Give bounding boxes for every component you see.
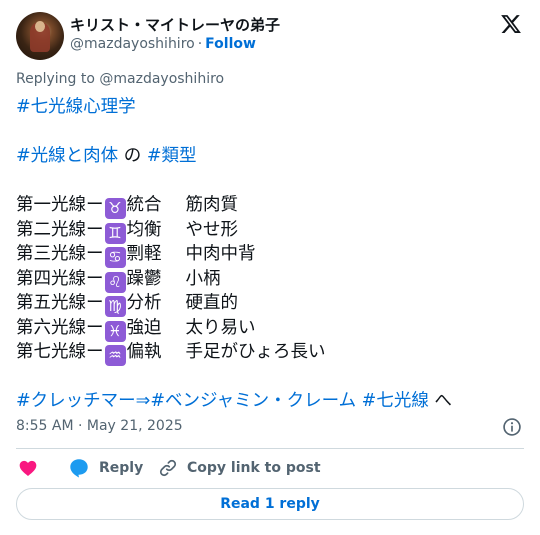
replying-to: Replying to @mazdayoshihiro (16, 71, 225, 87)
ray-body-type: やせ形 (185, 219, 239, 240)
gemini-icon: ♊ (104, 222, 126, 244)
text-line-final: #クレッチマー⇒#ベンジャミン・クレーム #七光線 へ (16, 389, 524, 414)
reply-label: Reply (99, 460, 144, 476)
ray-line: 第一光線ー ♉ 統合 筋肉質 (16, 193, 524, 219)
info-icon[interactable] (502, 417, 522, 437)
ray-trait: 統合 (126, 195, 162, 215)
avatar-face (35, 21, 45, 32)
text-segment: の (118, 146, 147, 166)
heart-icon (19, 460, 37, 476)
ray-line: 第三光線ー ♋ 剽軽 中肉中背 (16, 242, 524, 268)
avatar[interactable] (16, 12, 64, 60)
ray-body-type: 太り易い (185, 317, 256, 338)
copy-link-label: Copy link to post (187, 460, 321, 476)
ray-prefix: 第二光線ー (16, 219, 104, 240)
ray-trait: 均衡 (126, 219, 162, 240)
hashtag-link[interactable]: #クレッチマー⇒#ベンジャミン・クレーム (16, 391, 356, 411)
follow-button[interactable]: Follow (205, 36, 256, 52)
leo-icon: ♌ (104, 271, 126, 293)
pisces-icon: ♓ (104, 320, 126, 342)
ray-line: 第二光線ー ♊ 均衡 やせ形 (16, 218, 524, 244)
tweet-text: #七光線心理学 #光線と肉体 の #類型 第一光線ー ♉ 統合 筋肉質 第二光線ー ♊ 均… (16, 95, 524, 414)
ray-trait: 強迫 (126, 317, 162, 338)
ray-prefix: 第七光線ー (16, 342, 104, 362)
taurus-icon: ♉ (104, 198, 126, 219)
hashtag-link[interactable]: #類型 (147, 146, 197, 166)
aquarius-icon: ♒ (104, 345, 126, 366)
link-icon (159, 459, 177, 477)
ray-body-type: 中肉中背 (185, 244, 256, 264)
ray-trait: 剽軽 (126, 244, 162, 264)
author-handle-row: @mazdayoshihiro · Follow (70, 36, 256, 52)
ray-line: 第七光線ー ♒ 偏執 手足がひょろ長い (16, 340, 524, 366)
author-handle[interactable]: @mazdayoshihiro (70, 36, 195, 52)
hashtag-link[interactable]: #七光線心理学 (16, 97, 136, 117)
ray-line: 第五光線ー ♍ 分析 硬直的 (16, 291, 524, 317)
tweet-header: キリスト・マイトレーヤの弟子 @mazdayoshihiro · Follow (16, 11, 524, 61)
ray-trait: 躁鬱 (126, 268, 162, 289)
separator-dot: · (197, 36, 203, 52)
ray-trait: 偏執 (126, 342, 162, 362)
reply-bubble-icon (70, 459, 88, 478)
virgo-icon: ♍ (104, 296, 126, 317)
read-replies-button[interactable]: Read 1 reply (16, 488, 524, 520)
x-logo-icon[interactable] (500, 13, 522, 35)
hashtag-link[interactable]: #光線と肉体 (16, 146, 118, 166)
ray-line: 第四光線ー ♌ 躁鬱 小柄 (16, 267, 524, 293)
hashtag-link[interactable]: #七光線 (362, 391, 429, 411)
author-display-name[interactable]: キリスト・マイトレーヤの弟子 (70, 14, 280, 35)
ray-list: 第一光線ー ♉ 統合 筋肉質 第二光線ー ♊ 均衡 やせ形 第三光線ー ♋ 剽軽 中肉中背 第四光… (16, 193, 524, 366)
copy-link-button[interactable]: Copy link to post (158, 456, 321, 480)
ray-body-type: 小柄 (185, 268, 221, 289)
ray-body-type: 手足がひょろ長い (185, 342, 326, 362)
ray-prefix: 第四光線ー (16, 268, 104, 289)
tweet-timestamp[interactable]: 8:55 AM · May 21, 2025 (16, 418, 183, 434)
ray-prefix: 第三光線ー (16, 244, 104, 264)
divider (16, 448, 524, 449)
like-button[interactable] (18, 456, 47, 480)
ray-prefix: 第六光線ー (16, 317, 104, 338)
cancer-icon: ♋ (104, 247, 126, 268)
ray-prefix: 第一光線ー (16, 195, 104, 215)
ray-line: 第六光線ー ♓ 強迫 太り易い (16, 316, 524, 342)
text-segment: へ (428, 391, 452, 411)
ray-body-type: 硬直的 (185, 293, 239, 313)
ray-trait: 分析 (126, 293, 162, 313)
text-line-1: #七光線心理学 (16, 95, 524, 120)
text-line-2: #光線と肉体 の #類型 (16, 144, 524, 169)
reply-button[interactable]: Reply (68, 456, 143, 480)
ray-prefix: 第五光線ー (16, 293, 104, 313)
ray-body-type: 筋肉質 (185, 195, 239, 215)
action-bar: Reply Copy link to post (16, 456, 524, 482)
